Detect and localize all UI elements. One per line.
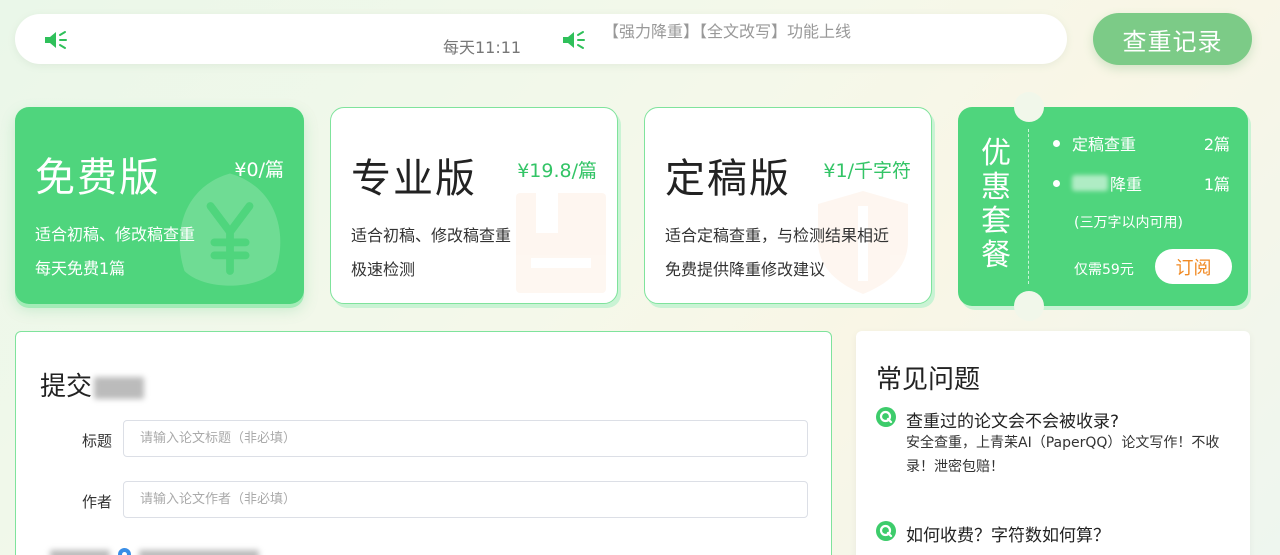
plan-desc: 极速检测 — [351, 260, 416, 279]
combo-item-count: 2篇 — [1203, 135, 1230, 154]
radio-button[interactable] — [118, 548, 131, 555]
plan-desc: 适合初稿、修改稿查重 — [35, 225, 196, 244]
speaker-icon — [43, 30, 69, 50]
plan-title: 定稿版 — [665, 156, 791, 202]
notice-bar: 每天11:11 【强力降重】【全文改写】功能上线 — [15, 14, 1067, 64]
combo-ticket: 优惠套餐 定稿查重 2篇 降重 1篇 (三万字以内可用) 仅需59元 订阅 — [958, 92, 1248, 321]
mode-radio-row[interactable] — [50, 548, 259, 555]
plan-title: 免费版 — [35, 155, 161, 201]
plan-card-free[interactable]: 免费版 ¥0/篇 适合初稿、修改稿查重 每天免费1篇 — [15, 107, 304, 304]
combo-note: (三万字以内可用) — [1074, 215, 1183, 231]
submit-title: 提交 — [40, 366, 145, 403]
author-label: 作者 — [82, 493, 113, 511]
document-icon — [516, 193, 606, 293]
plan-desc: 免费提供降重修改建议 — [665, 260, 826, 279]
title-label: 标题 — [82, 432, 113, 450]
plan-price: ¥0/篇 — [234, 159, 284, 181]
faq-panel: 常见问题 查重过的论文会不会被收录? 安全查重，上青苿AI（PaperQQ）论文… — [856, 331, 1250, 555]
combo-item: 定稿查重 — [1053, 131, 1136, 155]
faq-title: 常见问题 — [876, 365, 981, 395]
combo-title: 优惠套餐 — [981, 136, 1011, 273]
question-icon — [876, 407, 896, 427]
title-input[interactable] — [123, 420, 808, 457]
plan-card-final[interactable]: 定稿版 ¥1/千字符 适合定稿查重，与检测结果相近 免费提供降重修改建议 — [644, 107, 932, 304]
plan-title: 专业版 — [351, 156, 477, 202]
check-record-button[interactable]: 查重记录 — [1093, 13, 1252, 65]
faq-question[interactable]: 如何收费？字符数如何算？ — [906, 521, 1110, 546]
subscribe-button[interactable]: 订阅 — [1155, 249, 1232, 284]
plan-card-pro[interactable]: 专业版 ¥19.8/篇 适合初稿、修改稿查重 极速检测 — [330, 107, 618, 304]
combo-item-count: 1篇 — [1203, 175, 1230, 194]
combo-price: 仅需59元 — [1074, 262, 1134, 278]
notice-time: 每天11:11 — [443, 38, 522, 57]
faq-answer: 安全查重，上青苿AI（PaperQQ）论文写作！不收录！泄密包赔！ — [906, 435, 1220, 475]
notice-message[interactable]: 【强力降重】【全文改写】功能上线 — [603, 18, 851, 42]
combo-item: 降重 — [1053, 171, 1142, 195]
plan-desc: 适合定稿查重，与检测结果相近 — [665, 226, 890, 245]
plan-price: ¥19.8/篇 — [517, 160, 597, 182]
plan-desc: 每天免费1篇 — [35, 259, 126, 278]
author-input[interactable] — [123, 481, 808, 518]
submit-panel: 提交 标题 作者 — [15, 331, 832, 555]
speaker-icon — [561, 30, 587, 50]
plan-desc: 适合初稿、修改稿查重 — [351, 226, 512, 245]
faq-question[interactable]: 查重过的论文会不会被收录? — [906, 407, 1119, 432]
question-icon — [876, 521, 896, 541]
plan-price: ¥1/千字符 — [823, 160, 911, 182]
